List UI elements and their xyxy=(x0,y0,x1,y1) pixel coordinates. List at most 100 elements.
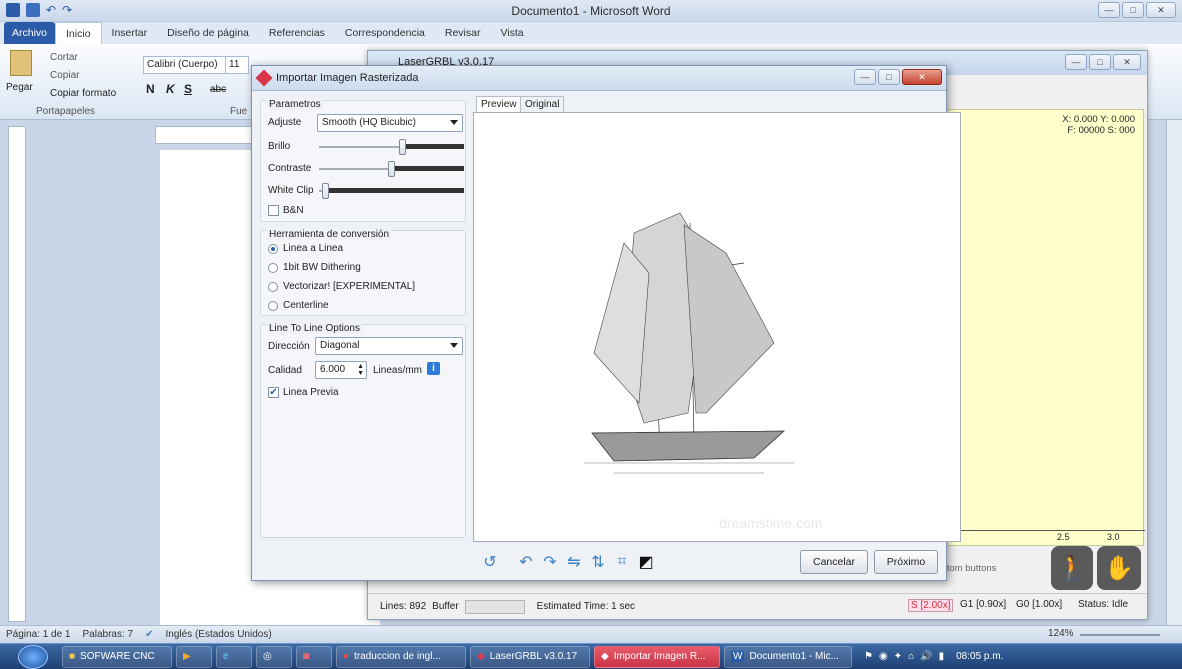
language-indicator[interactable]: Inglés (Estados Unidos) xyxy=(165,629,271,640)
tab-diseno[interactable]: Diseño de página xyxy=(157,22,259,44)
zoom-slider[interactable] xyxy=(1080,634,1160,636)
rotate-left-icon[interactable]: ↶ xyxy=(516,552,536,572)
tab-vista[interactable]: Vista xyxy=(490,22,533,44)
zoom-level[interactable]: 124% xyxy=(1048,628,1074,639)
tool-option-label: Centerline xyxy=(283,300,329,311)
invert-icon[interactable]: ◩ xyxy=(636,552,656,572)
folder-icon: ■ xyxy=(69,651,76,662)
underline-button[interactable]: S xyxy=(184,82,192,96)
crop-icon[interactable]: ⌗ xyxy=(612,552,632,572)
radio-vectorize[interactable] xyxy=(268,282,278,292)
taskbar-item[interactable]: W Documento1 - Mic... xyxy=(724,645,852,668)
tab-original[interactable]: Original xyxy=(520,96,565,113)
radio-dithering[interactable] xyxy=(268,263,278,273)
page-count[interactable]: Página: 1 de 1 xyxy=(6,629,71,640)
estimated-time: Estimated Time: 1 sec xyxy=(536,601,636,612)
contrast-slider[interactable] xyxy=(319,161,464,177)
volume-icon[interactable]: 🔊 xyxy=(920,651,932,662)
minimize-button[interactable]: — xyxy=(1098,2,1120,18)
rotate-right-icon[interactable]: ↷ xyxy=(540,552,560,572)
paste-icon[interactable] xyxy=(10,50,32,76)
spellcheck-icon[interactable]: ✔ xyxy=(145,629,153,640)
font-size-select[interactable]: 11 xyxy=(225,56,249,74)
vertical-ruler xyxy=(8,126,26,622)
system-tray: ⚑ ◉ ✦ ⌂ 🔊 ▮ 08:05 p.m. xyxy=(864,651,1003,662)
stop-hand-icon[interactable]: ✋ xyxy=(1097,546,1141,590)
next-button[interactable]: Próximo xyxy=(874,550,938,574)
taskbar-item[interactable]: ■ SOFWARE CNC xyxy=(62,645,172,668)
tab-revisar[interactable]: Revisar xyxy=(435,22,491,44)
spinner-icon[interactable]: ▲ ▼ xyxy=(357,363,364,377)
tray-icon[interactable]: ⚑ xyxy=(864,651,873,662)
ruler-label: 3.0 xyxy=(1107,532,1120,542)
brightness-slider[interactable] xyxy=(319,139,464,155)
strikethrough-button[interactable]: abc xyxy=(210,84,226,95)
dialog-maximize-button[interactable]: □ xyxy=(878,69,900,85)
close-button[interactable]: ✕ xyxy=(1146,2,1176,18)
dialog-minimize-button[interactable]: — xyxy=(854,69,876,85)
lasergrbl-preview-canvas[interactable]: X: 0.000 Y: 0.000 F: 00000 S: 000 .0 2.5… xyxy=(938,109,1145,546)
whiteclip-slider[interactable] xyxy=(319,183,464,199)
window-controls: — □ ✕ xyxy=(1098,2,1176,18)
tab-inicio[interactable]: Inicio xyxy=(55,22,102,44)
network-icon[interactable]: ▮ xyxy=(939,651,945,662)
tab-referencias[interactable]: Referencias xyxy=(259,22,335,44)
taskbar-item[interactable]: ◙ xyxy=(296,645,332,668)
clock[interactable]: 08:05 p.m. xyxy=(956,651,1003,662)
taskbar-item[interactable]: ▶ xyxy=(176,645,212,668)
flip-horizontal-icon[interactable]: ⇋ xyxy=(564,552,584,572)
taskbar-item[interactable]: ● traduccion de ingl... xyxy=(336,645,466,668)
direction-select[interactable]: Diagonal xyxy=(315,337,463,355)
paste-button[interactable]: Pegar xyxy=(6,82,33,93)
preview-line-checkbox[interactable]: ✔ xyxy=(268,387,279,398)
tray-icon[interactable]: ✦ xyxy=(894,651,902,662)
tray-icon[interactable]: ⌂ xyxy=(908,651,914,662)
l2l-options-group: Line To Line Options Dirección Diagonal … xyxy=(260,323,466,538)
tab-correspondencia[interactable]: Correspondencia xyxy=(335,22,435,44)
taskbar-item[interactable]: ◆ Importar Imagen R... xyxy=(594,645,720,668)
direction-value: Diagonal xyxy=(320,340,360,351)
conversion-tool-title: Herramienta de conversión xyxy=(267,229,392,240)
tab-insertar[interactable]: Insertar xyxy=(102,22,158,44)
tab-archivo[interactable]: Archivo xyxy=(4,22,56,44)
cancel-button[interactable]: Cancelar xyxy=(800,550,868,574)
cut-button[interactable]: Cortar xyxy=(50,52,78,63)
maximize-button[interactable]: □ xyxy=(1122,2,1144,18)
g1-override[interactable]: G1 [0.90x] xyxy=(960,599,1006,610)
bold-button[interactable]: N xyxy=(146,82,155,96)
format-painter-button[interactable]: Copiar formato xyxy=(50,88,116,99)
window-title: Documento1 - Microsoft Word xyxy=(511,4,671,18)
import-image-dialog: Importar Imagen Rasterizada — □ ✕ Parame… xyxy=(251,65,961,581)
lasergrbl-minimize-button[interactable]: — xyxy=(1065,54,1087,70)
dialog-close-button[interactable]: ✕ xyxy=(902,69,942,85)
radio-line-to-line[interactable] xyxy=(268,244,278,254)
media-icon: ▶ xyxy=(183,651,191,662)
lasergrbl-close-button[interactable]: ✕ xyxy=(1113,54,1141,70)
taskbar-item[interactable]: e xyxy=(216,645,252,668)
taskbar-item[interactable]: ◆ LaserGRBL v3.0.17 xyxy=(470,645,590,668)
conversion-tool-group: Herramienta de conversión Linea a Linea … xyxy=(260,229,466,316)
start-button[interactable] xyxy=(18,644,48,669)
s-override[interactable]: S [2.00x] xyxy=(908,599,954,612)
bn-checkbox[interactable] xyxy=(268,205,279,216)
app-icon: ◎ xyxy=(263,651,272,662)
tab-preview[interactable]: Preview xyxy=(476,96,522,113)
vertical-scrollbar[interactable] xyxy=(1166,120,1182,625)
lasergrbl-maximize-button[interactable]: □ xyxy=(1089,54,1111,70)
radio-centerline[interactable] xyxy=(268,301,278,311)
copy-button[interactable]: Copiar xyxy=(50,70,79,81)
info-icon[interactable]: i xyxy=(427,362,440,375)
params-group-title: Parametros xyxy=(267,99,323,110)
tool-option-label: Vectorizar! [EXPERIMENTAL] xyxy=(283,281,416,292)
italic-button[interactable]: K xyxy=(166,82,175,96)
g0-override[interactable]: G0 [1.00x] xyxy=(1016,599,1062,610)
taskbar-item[interactable]: ◎ xyxy=(256,645,292,668)
adjust-select[interactable]: Smooth (HQ Bicubic) xyxy=(317,114,463,132)
flip-vertical-icon[interactable]: ⇅ xyxy=(588,552,608,572)
reset-icon[interactable]: ↺ xyxy=(480,552,500,572)
word-count[interactable]: Palabras: 7 xyxy=(83,629,134,640)
quality-input[interactable]: 6.000 ▲ ▼ xyxy=(315,361,367,379)
walk-icon[interactable]: 🚶 xyxy=(1051,546,1093,590)
tray-icon[interactable]: ◉ xyxy=(879,651,888,662)
preview-image-area: dreamstime.com xyxy=(473,112,961,542)
